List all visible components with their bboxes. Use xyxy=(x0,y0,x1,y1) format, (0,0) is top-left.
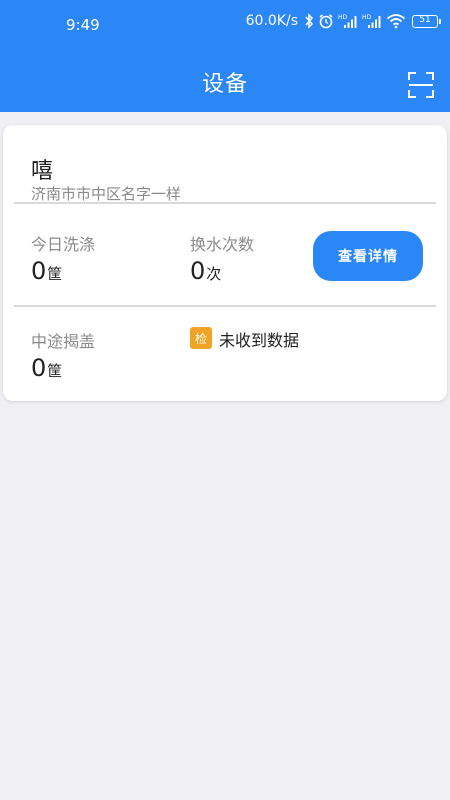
today-wash-unit: 筐 xyxy=(47,265,63,283)
status-bar: 9:49 60.0K/s HD HD 51 xyxy=(0,0,450,50)
alarm-icon xyxy=(318,13,334,29)
check-status-text: 未收到数据 xyxy=(219,331,300,350)
battery-level: 51 xyxy=(419,14,431,25)
status-icons: 60.0K/s HD HD 51 xyxy=(245,13,441,29)
water-change-label: 换水次数 xyxy=(190,235,255,254)
divider xyxy=(14,202,436,204)
hd-signal-icon: HD xyxy=(338,13,358,29)
battery-icon: 51 xyxy=(412,14,441,28)
water-change-number: 0 xyxy=(190,257,206,285)
today-wash-value: 0 筐 xyxy=(31,259,62,284)
view-details-button[interactable]: 查看详情 xyxy=(313,231,423,281)
svg-text:HD: HD xyxy=(362,14,372,21)
page-title: 设备 xyxy=(201,72,248,97)
status-time: 9:49 xyxy=(66,16,100,34)
scan-button[interactable] xyxy=(406,70,436,100)
hd-signal-icon: HD xyxy=(362,13,382,29)
today-wash-label: 今日洗涤 xyxy=(31,235,96,254)
lid-open-number: 0 xyxy=(31,354,47,382)
lid-open-unit: 筐 xyxy=(47,362,63,380)
water-change-unit: 次 xyxy=(206,265,222,283)
check-badge: 检 xyxy=(190,327,212,349)
svg-text:HD: HD xyxy=(338,14,348,21)
wifi-icon xyxy=(386,13,406,29)
water-change-value: 0 次 xyxy=(190,259,221,284)
lid-open-label: 中途揭盖 xyxy=(31,332,96,351)
divider xyxy=(14,305,436,307)
lid-open-value: 0 筐 xyxy=(31,356,62,381)
today-wash-number: 0 xyxy=(31,257,47,285)
scan-icon xyxy=(408,72,434,98)
bluetooth-icon xyxy=(304,13,314,29)
device-name: 嘻 xyxy=(31,159,54,184)
net-speed: 60.0K/s xyxy=(245,13,298,29)
device-card[interactable]: 嘻 济南市市中区名字一样 今日洗涤 0 筐 换水次数 0 次 查看详情 中途揭盖… xyxy=(3,125,447,401)
device-address: 济南市市中区名字一样 xyxy=(31,185,182,203)
